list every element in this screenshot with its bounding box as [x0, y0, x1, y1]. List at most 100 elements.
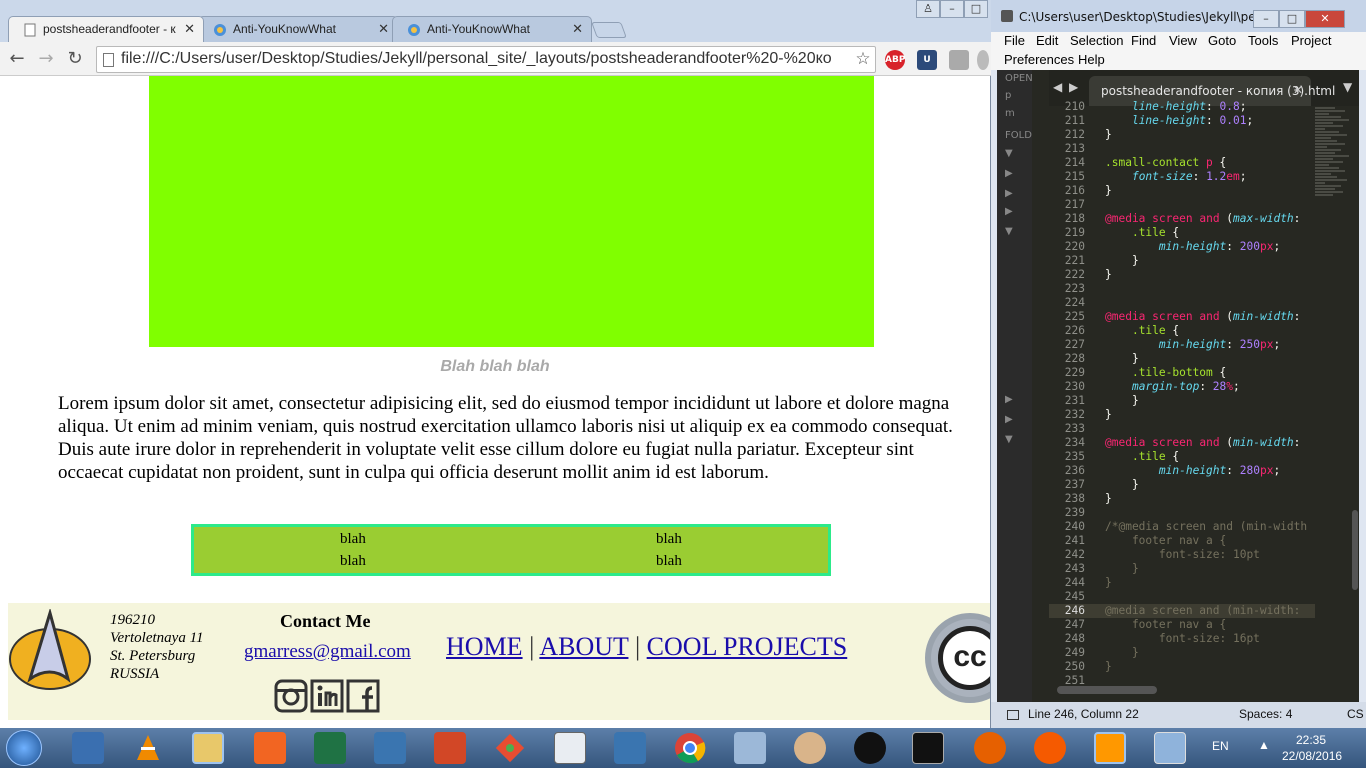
- minimize-icon[interactable]: –: [940, 0, 964, 18]
- address-text: file:///C:/Users/user/Desktop/Studies/Je…: [121, 50, 832, 67]
- menu-file[interactable]: File: [1004, 33, 1025, 48]
- facebook-icon[interactable]: [346, 679, 380, 713]
- tab-anti-youknowwhat-2[interactable]: Anti-YouKnowWhat ✕: [392, 16, 592, 42]
- menu-icon[interactable]: [977, 50, 989, 70]
- cmd-icon[interactable]: [912, 732, 944, 764]
- instagram-icon[interactable]: [274, 679, 308, 713]
- start-button[interactable]: [6, 730, 42, 766]
- tab-dropdown-icon[interactable]: ▼: [1343, 80, 1352, 94]
- menu-edit[interactable]: Edit: [1036, 33, 1058, 48]
- explorer-icon[interactable]: [192, 732, 224, 764]
- menu-selection[interactable]: Selection: [1070, 33, 1123, 48]
- minimize-icon[interactable]: –: [1253, 10, 1279, 28]
- open-file-item[interactable]: m: [1005, 108, 1015, 119]
- folder-toggle-icon[interactable]: ▶: [1005, 188, 1013, 199]
- forward-icon[interactable]: →: [35, 48, 57, 70]
- nav-about-link[interactable]: ABOUT: [539, 632, 628, 661]
- blah-table: blah blah blah blah: [191, 524, 831, 576]
- paint-icon[interactable]: [794, 732, 826, 764]
- editor-title-bar: C:\Users\user\Desktop\Studies\Jekyll\per…: [991, 0, 1366, 32]
- menu-preferences[interactable]: Preferences: [1004, 52, 1074, 67]
- firefox-dev-icon[interactable]: [1034, 732, 1066, 764]
- menu-project[interactable]: Project: [1291, 33, 1331, 48]
- close-tab-icon[interactable]: ✕: [1293, 83, 1303, 97]
- maximize-icon[interactable]: □: [1279, 10, 1305, 28]
- tab-prev-icon[interactable]: ◀: [1053, 80, 1062, 94]
- tab-next-icon[interactable]: ▶: [1069, 80, 1078, 94]
- close-tab-icon[interactable]: ✕: [184, 21, 195, 37]
- window-app-icon[interactable]: [554, 732, 586, 764]
- clock-time[interactable]: 22:35: [1296, 733, 1326, 747]
- tab-anti-youknowwhat-1[interactable]: Anti-YouKnowWhat ✕: [198, 16, 398, 42]
- code-editor[interactable]: 210 line-height: 0.8; 211 line-height: 0.…: [1049, 100, 1317, 688]
- tab-title: postsheaderandfooter - к: [43, 22, 176, 36]
- indent-setting[interactable]: Spaces: 4: [1239, 707, 1292, 721]
- p3-icon[interactable]: [854, 732, 886, 764]
- vlc-icon[interactable]: [132, 732, 164, 764]
- folder-toggle-icon[interactable]: ▶: [1005, 414, 1013, 425]
- nav-home-link[interactable]: HOME: [446, 632, 523, 661]
- contact-title: Contact Me: [280, 611, 371, 631]
- panel-toggle-icon[interactable]: [1007, 710, 1019, 720]
- linkedin-icon[interactable]: [310, 679, 344, 713]
- chrome-icon[interactable]: [674, 732, 706, 764]
- maximize-icon[interactable]: □: [964, 0, 988, 18]
- sublime-taskbar-icon[interactable]: [1094, 732, 1126, 764]
- browser-toolbar: ← → ↻ file:///C:/Users/user/Desktop/Stud…: [0, 42, 991, 76]
- extension-icon[interactable]: [949, 50, 969, 70]
- git-icon[interactable]: [494, 732, 526, 764]
- clock-date[interactable]: 22/08/2016: [1282, 749, 1342, 763]
- menu-goto[interactable]: Goto: [1208, 33, 1236, 48]
- tray-arrow-icon[interactable]: ▲: [1258, 738, 1270, 752]
- address-line: RUSSIA: [110, 666, 160, 682]
- image-viewer-icon[interactable]: [1154, 732, 1186, 764]
- reload-icon[interactable]: ↻: [64, 48, 86, 70]
- language-indicator[interactable]: EN: [1212, 739, 1229, 753]
- syntax-setting[interactable]: CS: [1347, 707, 1364, 721]
- editor-body: OPEN p m FOLD ▼ ▶ ▶ ▶ ▼ ▶ ▶ ▼ ◀ ▶ postsh…: [997, 70, 1359, 702]
- creative-commons-icon: cc: [925, 613, 990, 703]
- nav-separator: |: [634, 632, 641, 661]
- remote-desktop-icon[interactable]: [72, 732, 104, 764]
- close-tab-icon[interactable]: ✕: [572, 21, 583, 37]
- back-icon[interactable]: ←: [6, 48, 28, 70]
- body-paragraph: Lorem ipsum dolor sit amet, consectetur …: [58, 393, 953, 483]
- address-line: St. Petersburg: [110, 648, 196, 664]
- tab-title: Anti-YouKnowWhat: [427, 22, 530, 36]
- new-tab-button[interactable]: [591, 22, 627, 38]
- close-tab-icon[interactable]: ✕: [378, 21, 389, 37]
- minimap[interactable]: [1315, 106, 1355, 686]
- profile-icon[interactable]: ♙: [916, 0, 940, 18]
- powerpoint-icon[interactable]: [434, 732, 466, 764]
- horizontal-scrollbar[interactable]: [1057, 686, 1157, 694]
- menu-find[interactable]: Find: [1131, 33, 1156, 48]
- email-link[interactable]: gmarress@gmail.com: [244, 641, 411, 663]
- folder-toggle-icon[interactable]: ▶: [1005, 206, 1013, 217]
- vertical-scrollbar[interactable]: [1352, 510, 1358, 590]
- pdf-icon[interactable]: [254, 732, 286, 764]
- nav-projects-link[interactable]: COOL PROJECTS: [647, 632, 848, 661]
- menu-view[interactable]: View: [1169, 33, 1197, 48]
- adblock-icon[interactable]: ABP: [885, 50, 905, 70]
- extension-u-icon[interactable]: U: [917, 50, 937, 70]
- star-icon[interactable]: ☆: [852, 48, 874, 70]
- footer-nav: HOME | ABOUT | COOL PROJECTS: [446, 632, 847, 662]
- folder-toggle-icon[interactable]: ▼: [1005, 226, 1013, 237]
- folder-toggle-icon[interactable]: ▶: [1005, 168, 1013, 179]
- python-icon[interactable]: [374, 732, 406, 764]
- python-idle-icon[interactable]: [614, 732, 646, 764]
- excel-icon[interactable]: [314, 732, 346, 764]
- network-computer-icon[interactable]: [734, 732, 766, 764]
- open-file-item[interactable]: p: [1005, 90, 1011, 101]
- address-bar[interactable]: file:///C:/Users/user/Desktop/Studies/Je…: [96, 46, 876, 73]
- folder-toggle-icon[interactable]: ▼: [1005, 148, 1013, 159]
- menu-tools[interactable]: Tools: [1248, 33, 1278, 48]
- firefox-icon[interactable]: [974, 732, 1006, 764]
- menu-help[interactable]: Help: [1078, 52, 1105, 67]
- folder-toggle-icon[interactable]: ▼: [1005, 434, 1013, 445]
- close-icon[interactable]: ✕: [1305, 10, 1345, 28]
- folder-toggle-icon[interactable]: ▶: [1005, 394, 1013, 405]
- site-footer: 196210 Vertoletnaya 11 St. Petersburg RU…: [8, 603, 990, 720]
- editor-title: C:\Users\user\Desktop\Studies\Jekyll\per…: [1019, 10, 1286, 24]
- tab-postsheaderandfooter[interactable]: postsheaderandfooter - к ✕: [8, 16, 204, 42]
